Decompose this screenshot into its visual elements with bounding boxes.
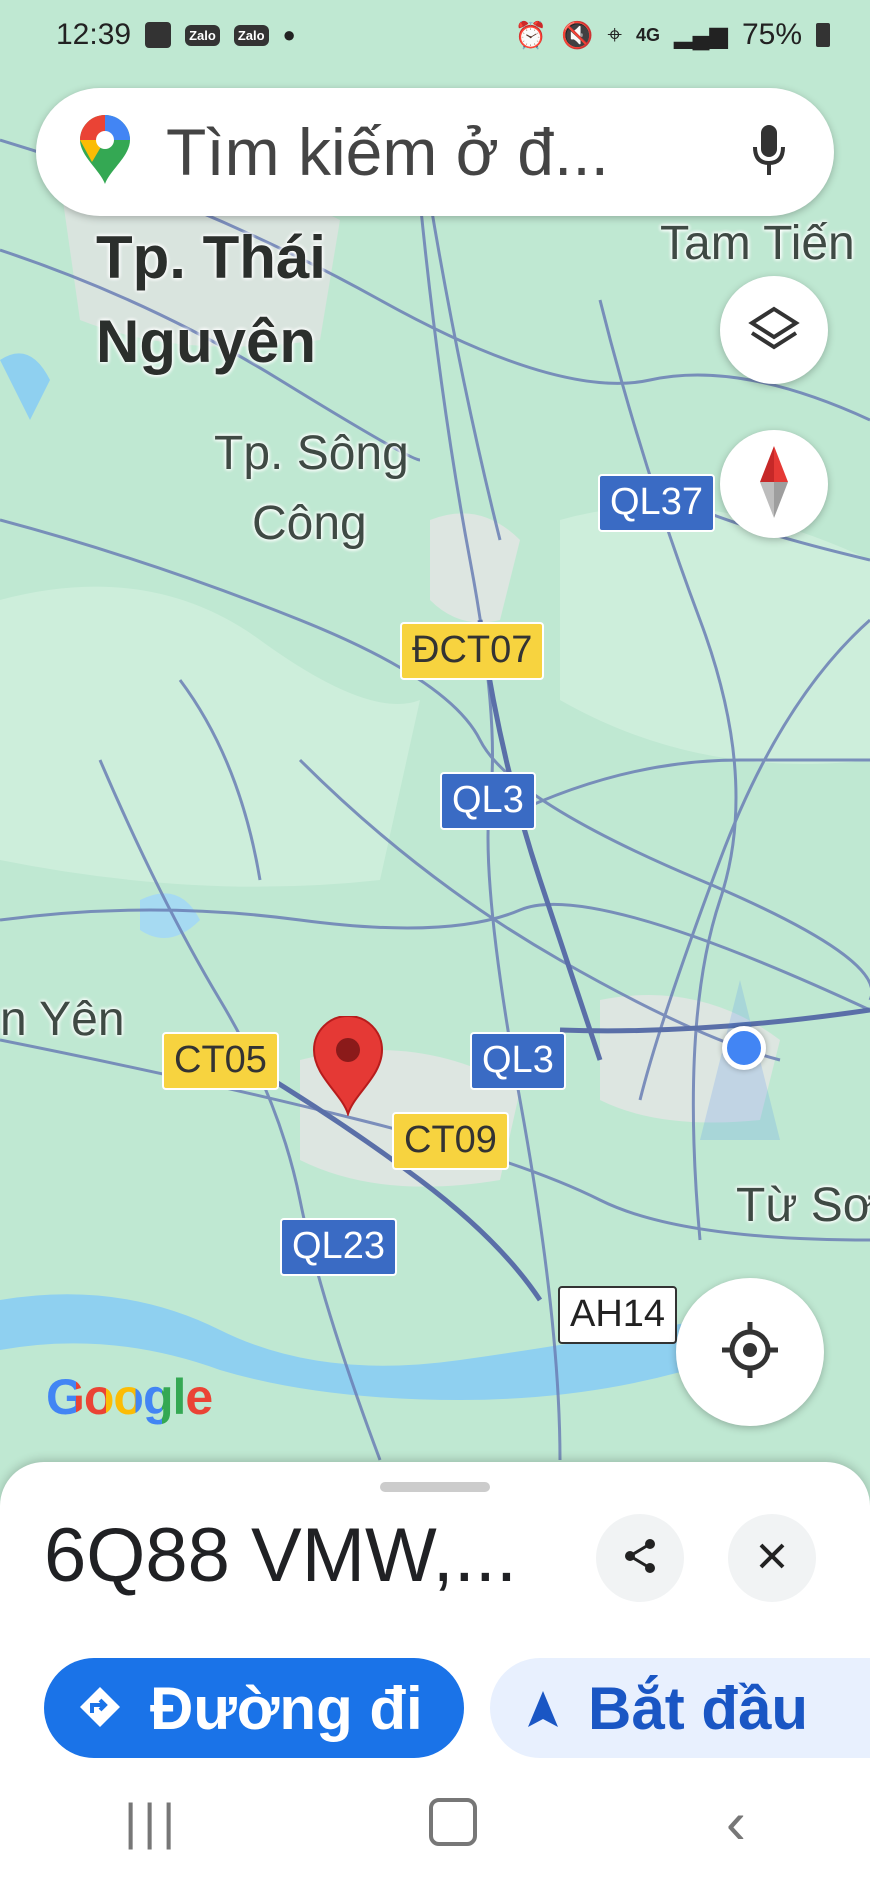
- navigation-arrow-icon: [526, 1674, 560, 1743]
- status-bar: 12:39 Zalo Zalo ● ⏰ 🔇 ⌖ 4G ▂▄▆ 75%: [0, 0, 870, 70]
- more-notifications-dot-icon: ●: [282, 22, 296, 47]
- sheet-drag-handle[interactable]: [380, 1482, 490, 1492]
- close-icon: [757, 1541, 787, 1576]
- road-shield: QL3: [440, 772, 536, 830]
- start-navigation-button[interactable]: Bắt đầu: [490, 1658, 870, 1758]
- google-wordmark: Google: [46, 1369, 213, 1425]
- road-shield: CT09: [392, 1112, 509, 1170]
- road-shield: QL23: [280, 1218, 397, 1276]
- road-shield: QL3: [470, 1032, 566, 1090]
- directions-label: Đường đi: [150, 1674, 423, 1742]
- directions-button[interactable]: Đường đi: [44, 1658, 464, 1758]
- google-maps-pin-icon: [78, 114, 132, 191]
- my-location-button[interactable]: [676, 1278, 824, 1426]
- battery-percent: 75%: [741, 18, 802, 51]
- city-label: Nguyên: [96, 308, 317, 375]
- town-label: Tam Tiến: [660, 217, 855, 270]
- share-icon: [620, 1536, 660, 1581]
- road-shield: CT05: [162, 1032, 279, 1090]
- google-attribution: Google: [46, 1368, 213, 1426]
- recent-apps-icon[interactable]: |||: [124, 1793, 181, 1851]
- place-title: 6Q88 VMW,...: [44, 1513, 518, 1598]
- signal-icon: ▂▄▆: [674, 21, 728, 49]
- microphone-icon[interactable]: [752, 123, 786, 182]
- back-icon[interactable]: ‹: [726, 1788, 746, 1857]
- search-input[interactable]: Tìm kiếm ở đ...: [166, 114, 752, 190]
- layers-icon: [748, 305, 800, 356]
- compass-button[interactable]: [720, 430, 828, 538]
- zalo-notification-icon: Zalo: [233, 24, 269, 46]
- gallery-icon: [145, 22, 172, 48]
- mute-icon: 🔇: [561, 19, 594, 50]
- compass-icon: [754, 444, 794, 525]
- current-location-dot: [722, 1026, 766, 1070]
- battery-icon: [816, 23, 830, 47]
- road-shield: QL37: [598, 474, 715, 532]
- search-bar[interactable]: Tìm kiếm ở đ...: [36, 88, 834, 216]
- road-shield: ĐCT07: [400, 622, 545, 680]
- zalo-notification-icon: Zalo: [185, 24, 220, 46]
- alarm-icon: ⏰: [514, 19, 547, 50]
- directions-icon: [78, 1674, 122, 1743]
- network-type: 4G: [636, 24, 661, 45]
- home-icon[interactable]: [429, 1798, 478, 1846]
- share-button[interactable]: [596, 1514, 684, 1602]
- layers-button[interactable]: [720, 276, 828, 384]
- close-button[interactable]: [728, 1514, 816, 1602]
- my-location-icon: [720, 1320, 780, 1385]
- town-label: Tp. Sông: [214, 427, 409, 480]
- start-label: Bắt đầu: [588, 1674, 809, 1742]
- town-label: n Yên: [0, 993, 125, 1046]
- town-label: Từ Sơ: [736, 1179, 870, 1232]
- location-icon: ⌖: [607, 19, 623, 49]
- town-label: Công: [252, 497, 367, 550]
- road-shield: AH14: [558, 1286, 678, 1344]
- dropped-pin-icon[interactable]: [312, 1016, 384, 1116]
- city-label: Tp. Thái: [96, 224, 326, 291]
- status-time: 12:39: [56, 18, 132, 51]
- system-navigation-bar: ||| ‹: [0, 1760, 870, 1884]
